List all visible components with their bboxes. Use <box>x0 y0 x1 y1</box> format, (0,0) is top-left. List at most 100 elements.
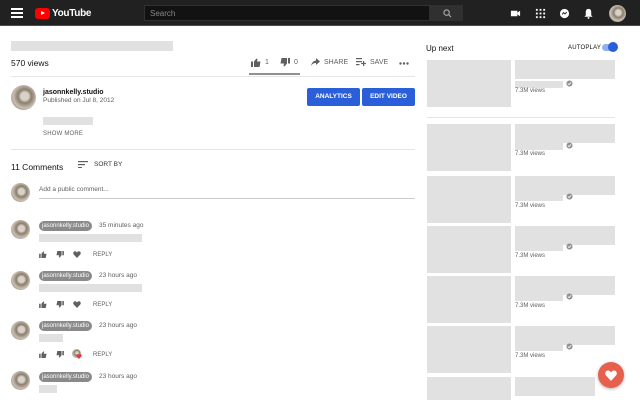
comment-author[interactable]: jasonnkelly.studio <box>39 321 92 331</box>
related-video-thumbnail[interactable] <box>427 326 511 373</box>
verified-check-icon <box>566 193 573 200</box>
divider <box>427 117 615 118</box>
comment-author[interactable]: jasonnkelly.studio <box>39 372 92 382</box>
description-placeholder <box>43 117 93 125</box>
reply-button[interactable]: REPLY <box>93 352 112 358</box>
comment-text-placeholder <box>39 284 142 292</box>
messages-icon[interactable] <box>559 8 570 19</box>
divider <box>11 76 415 77</box>
search-input[interactable]: Search <box>144 5 430 21</box>
comments-count: 11 Comments <box>11 162 64 172</box>
reply-button[interactable]: REPLY <box>93 252 112 258</box>
comment-time[interactable]: 23 hours ago <box>99 373 137 380</box>
verified-check-icon <box>566 243 573 250</box>
heart-fab-button[interactable] <box>598 362 624 388</box>
add-comment-input[interactable]: Add a public comment... <box>39 186 109 193</box>
autoplay-toggle[interactable] <box>602 42 618 52</box>
channel-avatar[interactable] <box>11 85 36 110</box>
verified-check-icon <box>566 80 573 87</box>
thumbs-up-icon <box>251 58 261 67</box>
related-channel-placeholder <box>515 244 563 251</box>
comment-avatar[interactable] <box>11 220 30 239</box>
related-video-title-placeholder[interactable] <box>515 124 615 143</box>
sort-by-label: SORT BY <box>94 161 123 168</box>
menu-icon[interactable] <box>11 8 23 18</box>
related-video-views: 7.3M views <box>515 303 546 309</box>
channel-name[interactable]: jasonnkelly.studio <box>43 89 104 96</box>
comment-avatar[interactable] <box>11 371 30 390</box>
related-video-thumbnail[interactable] <box>427 276 511 323</box>
comment-avatar[interactable] <box>11 271 30 290</box>
comment-like-icon[interactable] <box>39 351 47 358</box>
comment-time[interactable]: 35 minutes ago <box>99 222 143 229</box>
related-video-thumbnail[interactable] <box>427 226 511 273</box>
comment-avatar[interactable] <box>11 321 30 340</box>
sort-by-button[interactable]: SORT BY <box>78 161 122 168</box>
like-count: 1 <box>265 59 269 66</box>
comment-input-underline <box>39 198 415 199</box>
comment-like-icon[interactable] <box>39 301 47 308</box>
related-video-thumbnail[interactable] <box>427 377 511 400</box>
related-video-title-placeholder[interactable] <box>515 377 595 396</box>
related-video-thumbnail[interactable] <box>427 124 511 171</box>
comment-text-placeholder <box>39 385 57 393</box>
more-actions-icon[interactable] <box>399 62 409 65</box>
related-channel-placeholder <box>515 81 563 88</box>
comment-time[interactable]: 23 hours ago <box>99 272 137 279</box>
search-button[interactable] <box>430 5 463 21</box>
save-button[interactable]: SAVE <box>356 58 388 66</box>
like-button[interactable]: 1 <box>251 58 269 67</box>
account-avatar[interactable] <box>609 5 626 22</box>
comment-like-icon[interactable] <box>39 251 47 258</box>
related-video-views: 7.3M views <box>515 151 546 157</box>
comment-text-placeholder <box>39 234 142 242</box>
related-video-thumbnail[interactable] <box>427 60 511 107</box>
youtube-logo[interactable]: YouTube <box>35 8 92 19</box>
apps-icon[interactable] <box>535 8 546 19</box>
dislike-count: 0 <box>294 59 298 66</box>
save-label: SAVE <box>370 58 389 66</box>
related-video-thumbnail[interactable] <box>427 176 511 223</box>
related-channel-placeholder <box>515 194 563 201</box>
sort-icon <box>78 161 88 168</box>
share-icon <box>311 58 320 66</box>
verified-check-icon <box>566 142 573 149</box>
autoplay-toggle-knob <box>608 42 618 52</box>
related-channel-placeholder <box>515 344 563 351</box>
related-video-title-placeholder[interactable] <box>515 60 615 79</box>
comment-dislike-icon[interactable] <box>56 351 64 358</box>
add-to-playlist-icon <box>356 58 366 66</box>
related-video-title-placeholder[interactable] <box>515 226 615 245</box>
creator-hearted-icon <box>76 354 82 359</box>
heart-icon <box>605 370 617 381</box>
share-label: SHARE <box>324 58 349 66</box>
related-video-views: 7.3M views <box>515 203 546 209</box>
reply-button[interactable]: REPLY <box>93 302 112 308</box>
creator-heart-icon[interactable] <box>73 251 81 258</box>
brand-name: YouTube <box>52 8 92 19</box>
edit-video-button[interactable]: EDIT VIDEO <box>362 88 415 106</box>
like-ratio-bar <box>249 73 300 75</box>
search-icon <box>443 9 452 18</box>
related-video-title-placeholder[interactable] <box>515 176 615 195</box>
divider <box>11 149 415 150</box>
notifications-bell-icon[interactable] <box>583 8 594 19</box>
related-channel-placeholder <box>515 143 563 150</box>
comment-author[interactable]: jasonnkelly.studio <box>39 221 92 231</box>
related-video-views: 7.3M views <box>515 88 546 94</box>
verified-check-icon <box>566 293 573 300</box>
related-video-title-placeholder[interactable] <box>515 326 615 345</box>
comment-dislike-icon[interactable] <box>56 251 64 258</box>
show-more-button[interactable]: SHOW MORE <box>43 131 83 137</box>
comment-author[interactable]: jasonnkelly.studio <box>39 271 92 281</box>
dislike-button[interactable]: 0 <box>280 58 298 67</box>
create-video-icon[interactable] <box>510 8 521 19</box>
comment-text-placeholder <box>39 334 63 342</box>
creator-heart-icon[interactable] <box>73 301 81 308</box>
related-video-title-placeholder[interactable] <box>515 276 615 295</box>
commenter-avatar <box>11 183 30 202</box>
comment-time[interactable]: 23 hours ago <box>99 322 137 329</box>
share-button[interactable]: SHARE <box>311 58 348 66</box>
analytics-button[interactable]: ANALYTICS <box>307 88 360 106</box>
comment-dislike-icon[interactable] <box>56 301 64 308</box>
